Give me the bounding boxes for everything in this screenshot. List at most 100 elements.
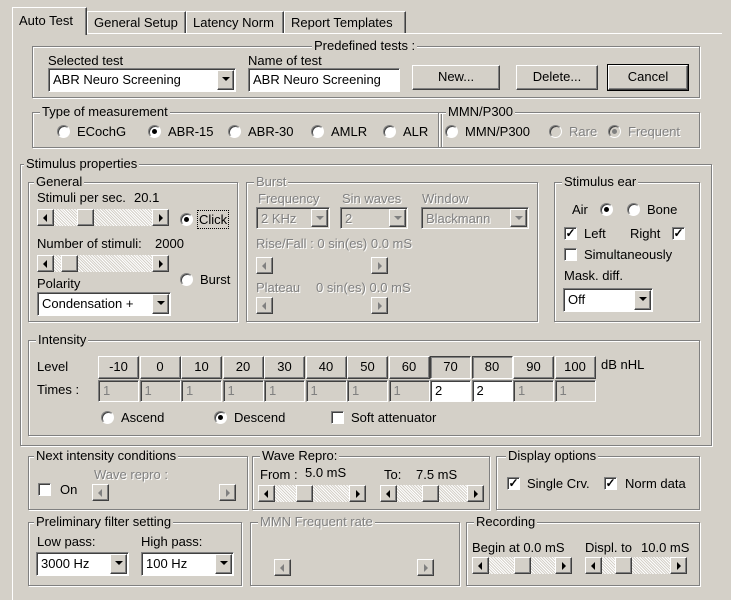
high-pass-combo[interactable]: 100 Hz xyxy=(141,552,234,576)
times-input[interactable]: 1 xyxy=(554,380,596,402)
scroll-left-icon[interactable] xyxy=(37,255,54,272)
level-button[interactable]: 80 xyxy=(471,356,513,379)
scroll-left-icon[interactable] xyxy=(274,559,291,576)
times-input[interactable]: 1 xyxy=(513,380,554,402)
begin-at-scrollbar[interactable] xyxy=(472,557,572,574)
next-intensity-on-checkbox[interactable] xyxy=(38,483,51,496)
times-input[interactable]: 1 xyxy=(264,380,305,402)
abr15-radio[interactable] xyxy=(148,125,161,138)
click-radio[interactable] xyxy=(180,213,193,226)
ecochg-radio[interactable] xyxy=(57,125,70,138)
wave-from-thumb[interactable] xyxy=(296,485,313,502)
times-input[interactable]: 1 xyxy=(139,380,181,402)
level-button[interactable]: 10 xyxy=(181,356,222,379)
level-button[interactable]: 90 xyxy=(513,356,554,379)
mask-diff-combo[interactable]: Off xyxy=(563,288,653,312)
begin-at-thumb[interactable] xyxy=(514,557,531,574)
times-input[interactable]: 1 xyxy=(305,380,347,402)
simultaneously-checkbox[interactable] xyxy=(564,248,577,261)
scroll-right-icon[interactable] xyxy=(555,557,572,574)
scroll-left-icon[interactable] xyxy=(585,557,602,574)
scroll-right-icon[interactable] xyxy=(152,255,169,272)
descend-radio[interactable] xyxy=(214,411,227,424)
frequency-combo[interactable]: 2 KHz xyxy=(256,207,330,229)
soft-attenuator-checkbox[interactable] xyxy=(331,411,344,424)
rare-radio[interactable] xyxy=(549,125,562,138)
mmn-p300-radio[interactable] xyxy=(445,125,458,138)
displ-to-thumb[interactable] xyxy=(615,557,632,574)
level-button[interactable]: 20 xyxy=(222,356,264,379)
chevron-down-icon[interactable] xyxy=(389,209,406,227)
tab-auto-test[interactable]: Auto Test xyxy=(12,7,87,35)
new-test-button[interactable]: New... xyxy=(412,65,500,90)
scroll-right-icon[interactable] xyxy=(152,209,169,226)
wave-to-thumb[interactable] xyxy=(422,485,439,502)
times-input[interactable]: 1 xyxy=(98,380,139,402)
scroll-right-icon[interactable] xyxy=(371,297,388,314)
window-combo[interactable]: Blackmann xyxy=(421,207,529,229)
times-input[interactable]: 1 xyxy=(181,380,222,402)
chevron-down-icon[interactable] xyxy=(110,554,127,574)
polarity-combo[interactable]: Condensation + xyxy=(37,292,171,316)
scroll-left-icon[interactable] xyxy=(37,209,54,226)
times-input[interactable]: 1 xyxy=(347,380,388,402)
chevron-down-icon[interactable] xyxy=(311,209,328,227)
tab-report-templates[interactable]: Report Templates xyxy=(284,11,406,33)
amlr-radio[interactable] xyxy=(311,125,324,138)
times-input[interactable]: 2 xyxy=(430,380,471,402)
wave-from-scrollbar[interactable] xyxy=(258,485,366,502)
norm-data-checkbox[interactable]: ✓ xyxy=(604,477,617,490)
level-button[interactable]: 0 xyxy=(139,356,181,379)
stimuli-rate-thumb[interactable] xyxy=(77,209,94,226)
wave-to-scrollbar[interactable] xyxy=(380,485,484,502)
abr30-radio[interactable] xyxy=(228,125,241,138)
tab-latency-norm[interactable]: Latency Norm xyxy=(186,11,284,33)
level-button[interactable]: 50 xyxy=(347,356,388,379)
plateau-scrollbar[interactable] xyxy=(256,297,388,314)
level-button[interactable]: 60 xyxy=(388,356,430,379)
displ-to-scrollbar[interactable] xyxy=(585,557,687,574)
scroll-left-icon[interactable] xyxy=(258,485,275,502)
tab-general-setup[interactable]: General Setup xyxy=(87,11,186,33)
chevron-down-icon[interactable] xyxy=(215,554,232,574)
burst-radio[interactable] xyxy=(180,273,193,286)
chevron-down-icon[interactable] xyxy=(634,290,651,310)
times-input[interactable]: 1 xyxy=(222,380,264,402)
bone-radio[interactable] xyxy=(627,203,640,216)
cancel-button[interactable]: Cancel xyxy=(607,64,689,91)
level-button[interactable]: 100 xyxy=(554,356,596,379)
scroll-right-icon[interactable] xyxy=(349,485,366,502)
right-checkbox[interactable]: ✓ xyxy=(672,227,685,240)
delete-test-button[interactable]: Delete... xyxy=(516,65,598,90)
level-button[interactable]: 40 xyxy=(305,356,347,379)
scroll-left-icon[interactable] xyxy=(92,484,109,501)
scroll-left-icon[interactable] xyxy=(380,485,397,502)
scroll-right-icon[interactable] xyxy=(417,559,434,576)
chevron-down-icon[interactable] xyxy=(217,70,234,90)
left-checkbox[interactable]: ✓ xyxy=(564,227,577,240)
single-curve-checkbox[interactable]: ✓ xyxy=(507,477,520,490)
level-button[interactable]: 70 xyxy=(430,356,471,379)
selected-test-combo[interactable]: ABR Neuro Screening xyxy=(48,68,236,92)
scroll-right-icon[interactable] xyxy=(670,557,687,574)
rise-fall-scrollbar[interactable] xyxy=(256,257,388,274)
chevron-down-icon[interactable] xyxy=(152,294,169,314)
scroll-left-icon[interactable] xyxy=(472,557,489,574)
ascend-radio[interactable] xyxy=(101,411,114,424)
mmn-frequent-rate-scrollbar[interactable] xyxy=(274,559,434,576)
air-radio[interactable] xyxy=(600,203,613,216)
alr-radio[interactable] xyxy=(383,125,396,138)
sin-waves-combo[interactable]: 2 xyxy=(340,207,408,229)
next-wave-repro-scrollbar[interactable] xyxy=(92,484,236,501)
frequent-radio[interactable] xyxy=(608,125,621,138)
times-input[interactable]: 2 xyxy=(471,380,513,402)
scroll-right-icon[interactable] xyxy=(219,484,236,501)
number-of-stimuli-thumb[interactable] xyxy=(61,255,78,272)
scroll-left-icon[interactable] xyxy=(256,297,273,314)
low-pass-combo[interactable]: 3000 Hz xyxy=(36,552,129,576)
times-input[interactable]: 1 xyxy=(388,380,430,402)
name-of-test-input[interactable]: ABR Neuro Screening xyxy=(248,68,400,92)
number-of-stimuli-scrollbar[interactable] xyxy=(37,255,169,272)
scroll-left-icon[interactable] xyxy=(256,257,273,274)
stimuli-rate-scrollbar[interactable] xyxy=(37,209,169,226)
